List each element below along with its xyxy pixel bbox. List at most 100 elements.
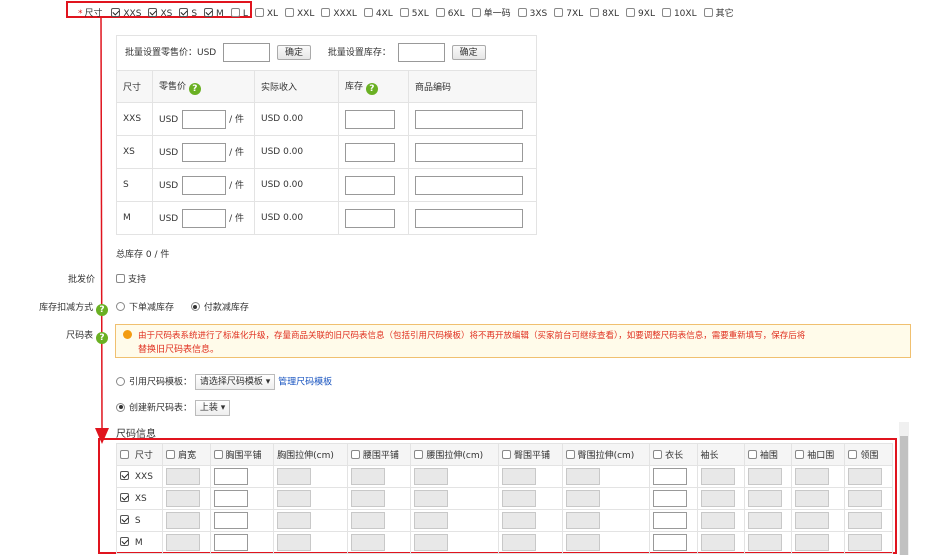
ref-template-select[interactable]: 请选择尺码模板 ▾ — [194, 374, 276, 390]
stock-input[interactable] — [345, 175, 395, 195]
stock-mode-payment[interactable]: 付款减库存 — [190, 302, 249, 313]
stock-help-icon[interactable]: ? — [365, 82, 378, 95]
row-checkbox[interactable] — [120, 537, 129, 546]
size-option-4XL[interactable]: 4XL — [363, 8, 393, 19]
size-value-input[interactable] — [565, 512, 600, 529]
scrollbar-thumb[interactable] — [900, 436, 908, 555]
size-value-input[interactable] — [213, 490, 248, 507]
size-value-input[interactable] — [565, 534, 600, 551]
radio-payment[interactable] — [190, 302, 200, 311]
size-value-input[interactable] — [565, 490, 600, 507]
size-option-XL[interactable]: XL — [254, 8, 278, 19]
size-value-input[interactable] — [653, 468, 688, 485]
size-checkbox[interactable] — [626, 8, 636, 17]
code-input[interactable] — [415, 208, 523, 228]
size-checkbox[interactable] — [517, 8, 527, 17]
size-checkbox[interactable] — [703, 8, 713, 17]
manage-template-link[interactable]: 管理尺码模板 — [278, 378, 332, 388]
code-input[interactable] — [415, 142, 523, 162]
size-value-input[interactable] — [350, 534, 385, 551]
size-value-input[interactable] — [848, 534, 883, 551]
size-value-input[interactable] — [166, 468, 201, 485]
column-checkbox[interactable] — [747, 450, 757, 459]
row-checkbox[interactable] — [120, 493, 129, 502]
column-checkbox[interactable] — [565, 450, 575, 459]
stock-input[interactable] — [345, 142, 395, 162]
radio-ref-template[interactable] — [116, 376, 125, 386]
size-value-input[interactable] — [565, 468, 600, 485]
size-value-input[interactable] — [501, 490, 536, 507]
size-option-10XL[interactable]: 10XL — [661, 8, 697, 19]
size-value-input[interactable] — [700, 534, 735, 551]
size-option-XXS[interactable]: XXS — [111, 8, 141, 19]
new-chart-select[interactable]: 上装 ▾ — [194, 400, 231, 416]
column-checkbox[interactable] — [166, 450, 176, 459]
wholesale-checkbox[interactable] — [116, 274, 125, 283]
size-value-input[interactable] — [795, 512, 830, 529]
size-value-input[interactable] — [501, 534, 536, 551]
size-checkbox[interactable] — [111, 8, 121, 17]
size-value-input[interactable] — [414, 512, 449, 529]
bulk-stock-input[interactable] — [397, 43, 445, 62]
size-option-S[interactable]: S — [179, 8, 197, 19]
size-checkbox[interactable] — [321, 8, 331, 17]
size-option-3XS[interactable]: 3XS — [517, 8, 547, 19]
size-value-input[interactable] — [848, 468, 883, 485]
size-value-input[interactable] — [166, 490, 201, 507]
size-value-input[interactable] — [653, 512, 688, 529]
stock-mode-help-icon[interactable]: ? — [96, 304, 108, 316]
price-input[interactable] — [182, 109, 227, 129]
size-value-input[interactable] — [700, 512, 735, 529]
size-checkbox[interactable] — [285, 8, 295, 17]
vertical-scrollbar[interactable] — [899, 422, 909, 555]
column-checkbox[interactable] — [414, 450, 424, 459]
select-all-checkbox[interactable] — [120, 450, 129, 459]
size-value-input[interactable] — [277, 468, 312, 485]
size-value-input[interactable] — [277, 534, 312, 551]
size-checkbox[interactable] — [554, 8, 564, 17]
size-value-input[interactable] — [166, 534, 201, 551]
size-checkbox[interactable] — [435, 8, 445, 17]
price-input[interactable] — [182, 142, 227, 162]
size-checkbox[interactable] — [471, 8, 481, 17]
size-value-input[interactable] — [350, 468, 385, 485]
size-value-input[interactable] — [414, 534, 449, 551]
column-checkbox[interactable] — [501, 450, 511, 459]
size-value-input[interactable] — [414, 490, 449, 507]
size-option-M[interactable]: M — [204, 8, 224, 19]
size-option-XXXL[interactable]: XXXL — [321, 8, 357, 19]
size-value-input[interactable] — [795, 468, 830, 485]
size-value-input[interactable] — [653, 490, 688, 507]
size-checkbox[interactable] — [399, 8, 409, 17]
size-value-input[interactable] — [277, 512, 312, 529]
size-value-input[interactable] — [414, 468, 449, 485]
size-value-input[interactable] — [350, 512, 385, 529]
size-checkbox[interactable] — [148, 8, 158, 17]
size-option-6XL[interactable]: 6XL — [435, 8, 465, 19]
size-value-input[interactable] — [747, 468, 782, 485]
size-value-input[interactable] — [501, 512, 536, 529]
column-checkbox[interactable] — [653, 450, 663, 459]
size-value-input[interactable] — [795, 534, 830, 551]
size-chart-help-icon[interactable]: ? — [96, 332, 108, 344]
size-value-input[interactable] — [700, 468, 735, 485]
bulk-stock-confirm-button[interactable]: 确定 — [451, 45, 486, 60]
size-checkbox[interactable] — [254, 8, 264, 17]
stock-input[interactable] — [345, 208, 395, 228]
row-checkbox[interactable] — [120, 471, 129, 480]
size-checkbox[interactable] — [590, 8, 600, 17]
size-checkbox[interactable] — [179, 8, 189, 17]
size-option-其它[interactable]: 其它 — [703, 6, 734, 19]
code-input[interactable] — [415, 109, 523, 129]
size-value-input[interactable] — [213, 468, 248, 485]
row-checkbox[interactable] — [120, 515, 129, 524]
size-value-input[interactable] — [848, 490, 883, 507]
column-checkbox[interactable] — [848, 450, 858, 459]
column-checkbox[interactable] — [350, 450, 360, 459]
size-option-7XL[interactable]: 7XL — [554, 8, 583, 19]
code-input[interactable] — [415, 175, 523, 195]
size-value-input[interactable] — [700, 490, 735, 507]
stock-mode-order[interactable]: 下单减库存 — [116, 302, 174, 313]
size-value-input[interactable] — [213, 512, 248, 529]
stock-input[interactable] — [345, 109, 395, 129]
